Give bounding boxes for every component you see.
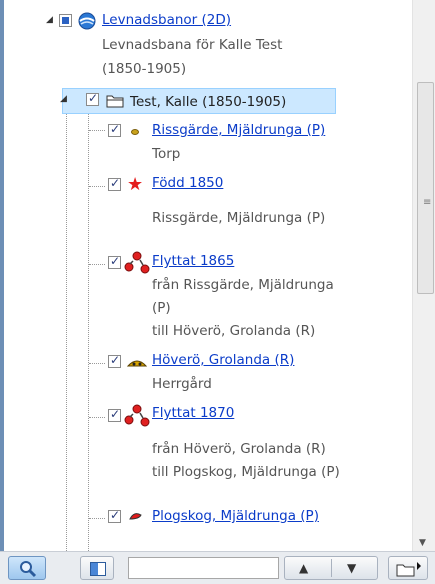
item-desc: (P) [152,300,171,316]
scroll-thumb[interactable]: ≡ [417,82,434,294]
globe-icon [78,12,96,30]
item-desc: från Höverö, Grolanda (R) [152,441,326,457]
layer-tree: ◢ Levnadsbanor (2D) Levnadsbana för Kall… [4,0,412,551]
item-checkbox[interactable]: ✓ [108,254,121,269]
tree-branch [89,363,105,364]
small-dot-icon [131,129,139,135]
item-desc: Herrgård [152,376,212,392]
item-link[interactable]: Född 1850 [152,175,223,191]
tree-branch [89,264,105,265]
tree-branch [89,518,105,519]
item-checkbox[interactable]: ✓ [108,407,121,422]
manor-icon [126,360,148,367]
search-icon [20,561,37,578]
item-link[interactable]: Plogskog, Mjäldrunga (P) [152,508,319,524]
root-link[interactable]: Levnadsbanor (2D) [102,12,231,28]
item-desc: till Plogskog, Mjäldrunga (P) [152,464,340,480]
item-checkbox[interactable]: ✓ [108,508,121,523]
panel-icon [90,562,106,576]
item-desc: Rissgärde, Mjäldrunga (P) [152,210,326,226]
move-down-icon[interactable]: ▼ [347,561,356,575]
item-link[interactable]: Höverö, Grolanda (R) [152,352,294,368]
divider [331,559,332,577]
item-checkbox[interactable]: ✓ [108,176,121,191]
vertical-scrollbar[interactable]: ≡ ▼ [412,0,435,551]
folder-icon [396,562,421,577]
item-checkbox[interactable]: ✓ [108,122,121,137]
bottom-toolbar: ▲ ▼ [0,551,435,584]
item-desc: Torp [152,146,181,162]
partial-check-icon [62,17,69,24]
tree-branch [89,186,105,187]
root-desc-line2: (1850-1905) [102,61,187,77]
move-buttons-group: ▲ ▼ [284,556,378,580]
item-link[interactable]: Rissgärde, Mjäldrunga (P) [152,122,325,138]
tree-guide [88,112,89,551]
move-arrows-icon [124,251,150,274]
grip-icon: ≡ [423,197,432,208]
folder-menu-button[interactable] [388,556,428,580]
tree-branch [89,130,105,131]
collapse-triangle-icon[interactable]: ◢ [46,15,53,25]
search-button[interactable] [8,556,46,580]
move-up-icon[interactable]: ▲ [299,561,308,575]
tree-branch [89,417,105,418]
root-checkbox[interactable] [59,14,72,27]
item-link[interactable]: Flyttat 1865 [152,253,234,269]
folder-checkbox[interactable]: ✓ [86,91,99,106]
red-star-icon: ★ [127,174,144,195]
item-link[interactable]: Flyttat 1870 [152,405,234,421]
item-desc: till Höverö, Grolanda (R) [152,323,316,339]
item-checkbox[interactable]: ✓ [108,353,121,368]
item-desc: från Rissgärde, Mjäldrunga [152,277,334,293]
tree-guide [66,104,67,551]
move-arrows-icon [124,404,150,427]
scroll-down-arrow-icon[interactable]: ▼ [419,538,426,548]
panel-toggle-button[interactable] [80,556,114,580]
search-input[interactable] [128,557,279,579]
places-panel: ◢ Levnadsbanor (2D) Levnadsbana för Kall… [0,0,435,584]
red-dot-icon [129,513,142,520]
folder-icon [106,95,124,108]
folder-label[interactable]: Test, Kalle (1850-1905) [130,94,286,110]
collapse-triangle-icon[interactable]: ◢ [60,94,67,104]
root-desc-line1: Levnadsbana för Kalle Test [102,37,283,53]
